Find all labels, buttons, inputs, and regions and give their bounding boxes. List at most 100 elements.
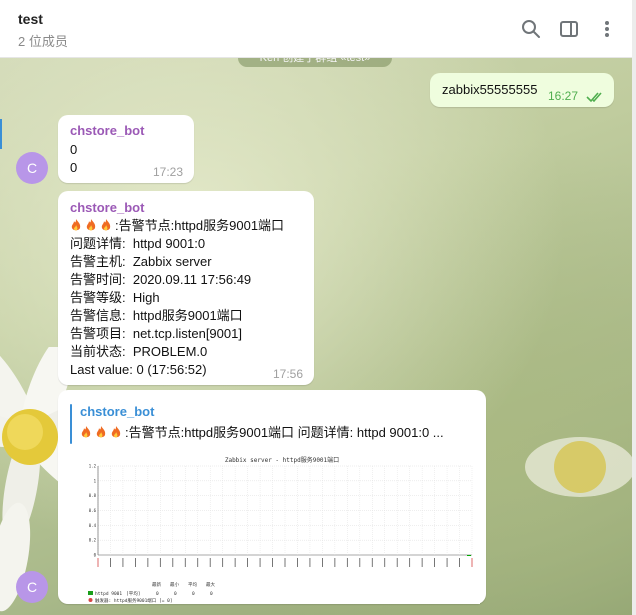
double-check-icon [586,92,602,103]
legend-swatch [88,591,93,595]
legend-series-name: httpd 9001 [95,591,122,597]
window-edge [632,0,636,615]
x-tick-mark [434,558,435,567]
more-icon[interactable] [596,18,618,40]
trigger-marker [88,598,93,602]
alert-message[interactable]: chstore_bot :告警节点:httpd服务9001端口 问题详情: ht… [58,191,314,385]
message-line: 0 [70,142,78,157]
x-tick-mark [284,558,286,567]
sender-name[interactable]: chstore_bot [70,123,144,138]
alert-line-info: 告警信息: httpd服务9001端口 [70,308,243,323]
active-chat-indicator [0,119,2,149]
x-tick-mark [309,558,311,567]
x-tick-mark [459,558,460,567]
x-tick-mark [97,558,99,567]
photo-message[interactable]: chstore_bot :告警节点:httpd服务9001端口 问题详情: ht… [58,390,486,604]
alert-line-last-value: Last value: 0 (17:56:52) [70,362,207,377]
y-tick-label: 0.8 [89,493,97,498]
x-tick-mark [110,558,111,567]
legend-val: 0 [156,591,159,597]
service-message: Ken 创建了群组 «test» [238,57,392,67]
legend-col: 最小 [170,581,179,588]
x-tick-mark [334,558,336,567]
x-tick-mark [197,558,199,567]
message-time: 17:56 [273,367,304,381]
fire-icons [80,425,125,440]
x-tick-mark [297,558,298,567]
x-tick-mark [322,558,323,567]
x-tick-mark [384,558,386,567]
message-text: zabbix55555555 [442,82,538,97]
x-tick-mark [371,558,373,567]
x-tick-mark [346,558,348,567]
daisy-wallpaper-right [525,437,632,497]
message-time: 17:23 [153,165,184,179]
legend-val: 0 [192,591,195,597]
fire-icon [86,219,96,231]
reply-preview-bar [70,404,72,444]
reply-preview-sender[interactable]: chstore_bot [80,404,154,419]
x-tick-mark [135,558,136,567]
x-tick-mark [222,558,224,567]
y-tick-label: 0.2 [89,538,97,543]
alert-line-detail: 问题详情: httpd 9001:0 [70,236,206,251]
avatar[interactable]: C [16,152,48,184]
alert-line-node: :告警节点:httpd服务9001端口 [70,217,284,235]
fire-icons [70,218,115,233]
x-tick-mark [247,558,248,567]
x-tick-mark [272,558,273,567]
y-tick-label: 0.4 [89,523,97,528]
legend-col: 平均 [188,581,197,588]
x-tick-mark [122,558,124,567]
message-line: 0 [70,160,78,175]
chat-header: test 2 位成员 [0,0,632,58]
alert-line-level: 告警等级: High [70,290,160,305]
legend-col: 最新 [152,581,161,588]
x-tick-mark [409,558,411,567]
alert-line-host: 告警主机: Zabbix server [70,254,212,269]
y-tick-label: 1 [94,478,97,483]
member-count: 2 位成员 [18,34,68,49]
x-tick-mark [446,558,448,567]
alert-line-time: 告警时间: 2020.09.11 17:56:49 [70,272,252,287]
x-tick-mark [259,558,261,567]
fire-icon [96,426,106,438]
x-tick-mark [184,558,186,567]
y-tick-label: 0.6 [89,508,97,513]
x-tick-mark [359,558,361,567]
sidebar-toggle-icon[interactable] [558,18,580,40]
outgoing-message[interactable]: zabbix55555555 16:27 [430,73,614,107]
avatar[interactable]: C [16,571,48,603]
legend-series-func: [平均] [126,590,140,597]
zabbix-graph: Zabbix server - httpd服务9001端口 1.2 1 0.8 0.6… [88,456,473,604]
chat-title[interactable]: test [18,11,43,27]
graph-image[interactable]: Zabbix server - httpd服务9001端口 1.2 1 0.8 0.6… [84,452,480,604]
search-icon[interactable] [520,18,542,40]
series-last-point [467,555,471,556]
fire-icon [71,219,81,231]
alert-body: :告警节点:httpd服务9001端口 问题详情: httpd 9001:0 告… [70,217,284,379]
alert-line-item: 告警项目: net.tcp.listen[9001] [70,326,242,341]
legend-val: 0 [210,591,213,597]
x-tick-mark [396,558,398,567]
alert-line-status: 当前状态: PROBLEM.0 [70,344,208,359]
sender-name[interactable]: chstore_bot [70,200,144,215]
legend-trigger: 触发器: httpd服务9001端口 [= 0] [95,597,173,604]
y-tick-label: 1.2 [89,464,97,469]
x-tick-mark [147,558,149,567]
fire-icon [101,219,111,231]
x-tick-mark [159,558,161,567]
reply-preview-text: :告警节点:httpd服务9001端口 问题详情: httpd 9001:0 .… [80,422,444,441]
x-tick-mark [471,558,473,567]
x-tick-mark [209,558,211,567]
incoming-message[interactable]: chstore_bot 0 0 17:23 [58,115,194,183]
x-tick-mark [172,558,174,567]
fire-icon [81,426,91,438]
x-tick-mark [421,558,423,567]
message-time: 16:27 [548,89,579,103]
legend-col: 最大 [206,581,215,588]
x-tick-mark [234,558,236,567]
y-tick-label: 0 [94,553,97,558]
chat-area[interactable]: Ken 创建了群组 «test» zabbix55555555 16:27 C … [0,57,632,615]
legend-val: 0 [174,591,177,597]
